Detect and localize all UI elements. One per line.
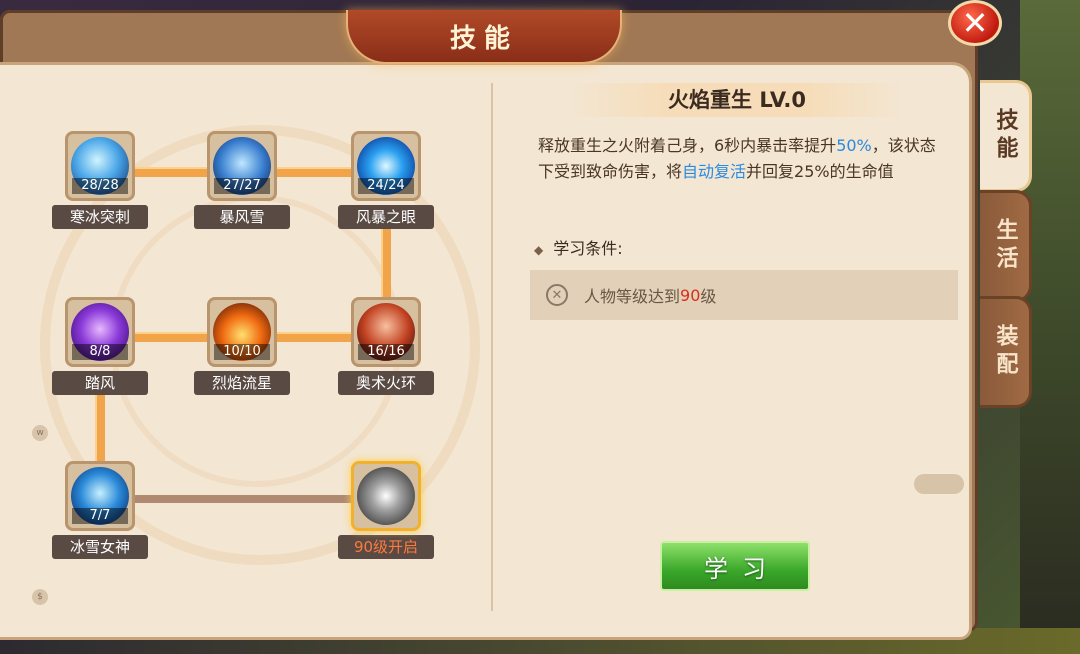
skill-progress: 8/8 xyxy=(72,344,128,360)
screenshot-tag xyxy=(914,474,964,494)
window-title: 技能 xyxy=(449,23,518,54)
close-button[interactable]: ✕ xyxy=(948,0,1002,46)
skill-node[interactable]: 24/24 风暴之眼 xyxy=(338,131,434,229)
tab-life[interactable]: 生活 xyxy=(980,190,1032,302)
skill-icon-frame: 28/28 xyxy=(65,131,135,201)
tab-label: 技能 xyxy=(992,108,1018,164)
skill-progress: 10/10 xyxy=(214,344,270,360)
side-marker-icon: w xyxy=(32,425,48,441)
skill-icon-frame: 10/10 xyxy=(207,297,277,367)
skill-name: 90级开启 xyxy=(338,535,434,559)
tab-skills[interactable]: 技能 xyxy=(980,80,1032,192)
locked-skill-icon xyxy=(357,467,415,525)
connector-2-3 xyxy=(272,167,352,177)
skill-progress: 28/28 xyxy=(72,178,128,194)
connector-7-8-locked xyxy=(130,495,352,503)
learn-button[interactable]: 学习 xyxy=(660,541,810,591)
skill-node[interactable]: 10/10 烈焰流星 xyxy=(194,297,290,395)
conditions-label: 学习条件: xyxy=(553,239,623,258)
condition-text: 级 xyxy=(700,287,717,306)
connector-1-2 xyxy=(130,167,210,177)
skill-progress: 27/27 xyxy=(214,178,270,194)
skill-node[interactable]: 7/7 冰雪女神 xyxy=(52,461,148,559)
skill-icon-frame: 16/16 xyxy=(351,297,421,367)
skill-icon-frame: 8/8 xyxy=(65,297,135,367)
skill-tree: 28/28 寒冰突刺 27/27 暴风雪 24/24 风暴之眼 8/8 踏风 1… xyxy=(0,65,490,633)
connector-4-5 xyxy=(130,332,210,342)
skill-node-locked[interactable]: 90级开启 xyxy=(338,461,434,559)
tab-label: 装配 xyxy=(992,324,1018,380)
skill-icon-frame: 27/27 xyxy=(207,131,277,201)
desc-text: 释放重生之火附着己身，6秒内暴击率提升 xyxy=(538,136,837,155)
skill-node[interactable]: 27/27 暴风雪 xyxy=(194,131,290,229)
connector-5-6 xyxy=(272,332,352,342)
skill-icon-frame: 7/7 xyxy=(65,461,135,531)
diamond-icon: ◆ xyxy=(534,243,544,257)
skill-panel: 28/28 寒冰突刺 27/27 暴风雪 24/24 风暴之眼 8/8 踏风 1… xyxy=(0,10,978,640)
close-icon: ✕ xyxy=(961,4,989,42)
skill-name: 踏风 xyxy=(52,371,148,395)
title-banner: 技能 xyxy=(346,10,622,64)
skill-progress: 24/24 xyxy=(358,178,414,194)
skill-icon-frame: 24/24 xyxy=(351,131,421,201)
skill-node[interactable]: 8/8 踏风 xyxy=(52,297,148,395)
skill-icon-frame xyxy=(351,461,421,531)
skill-name: 奥术火环 xyxy=(338,371,434,395)
connector-3-6 xyxy=(381,215,391,309)
skill-name: 风暴之眼 xyxy=(338,205,434,229)
conditions-heading: ◆ 学习条件: xyxy=(534,235,623,259)
skill-progress: 7/7 xyxy=(72,508,128,524)
side-marker-icon: $ xyxy=(32,589,48,605)
condition-text: 人物等级达到 xyxy=(584,287,681,306)
skill-name: 暴风雪 xyxy=(194,205,290,229)
panel-content: 28/28 寒冰突刺 27/27 暴风雪 24/24 风暴之眼 8/8 踏风 1… xyxy=(0,62,972,640)
skill-name: 冰雪女神 xyxy=(52,535,148,559)
condition-row: ✕ 人物等级达到 90 级 xyxy=(530,270,958,320)
skill-node[interactable]: 28/28 寒冰突刺 xyxy=(52,131,148,229)
tab-equip[interactable]: 装配 xyxy=(980,296,1032,408)
desc-highlight: 50% xyxy=(836,136,872,155)
skill-name: 寒冰突刺 xyxy=(52,205,148,229)
unmet-x-icon: ✕ xyxy=(546,284,568,306)
condition-level: 90 xyxy=(680,285,701,305)
skill-node[interactable]: 16/16 奥术火环 xyxy=(338,297,434,395)
panel-divider xyxy=(491,83,493,611)
skill-description: 释放重生之火附着己身，6秒内暴击率提升50%，该状态下受到致命伤害，将自动复活并… xyxy=(538,133,938,185)
desc-text: 并回复25%的生命值 xyxy=(746,162,894,181)
skill-name: 烈焰流星 xyxy=(194,371,290,395)
skill-progress: 16/16 xyxy=(358,344,414,360)
desc-highlight: 自动复活 xyxy=(682,162,747,181)
detail-title: 火焰重生 LV.0 xyxy=(572,83,902,117)
skill-detail: 火焰重生 LV.0 释放重生之火附着己身，6秒内暴击率提升50%，该状态下受到致… xyxy=(512,65,964,625)
tab-label: 生活 xyxy=(992,218,1018,274)
